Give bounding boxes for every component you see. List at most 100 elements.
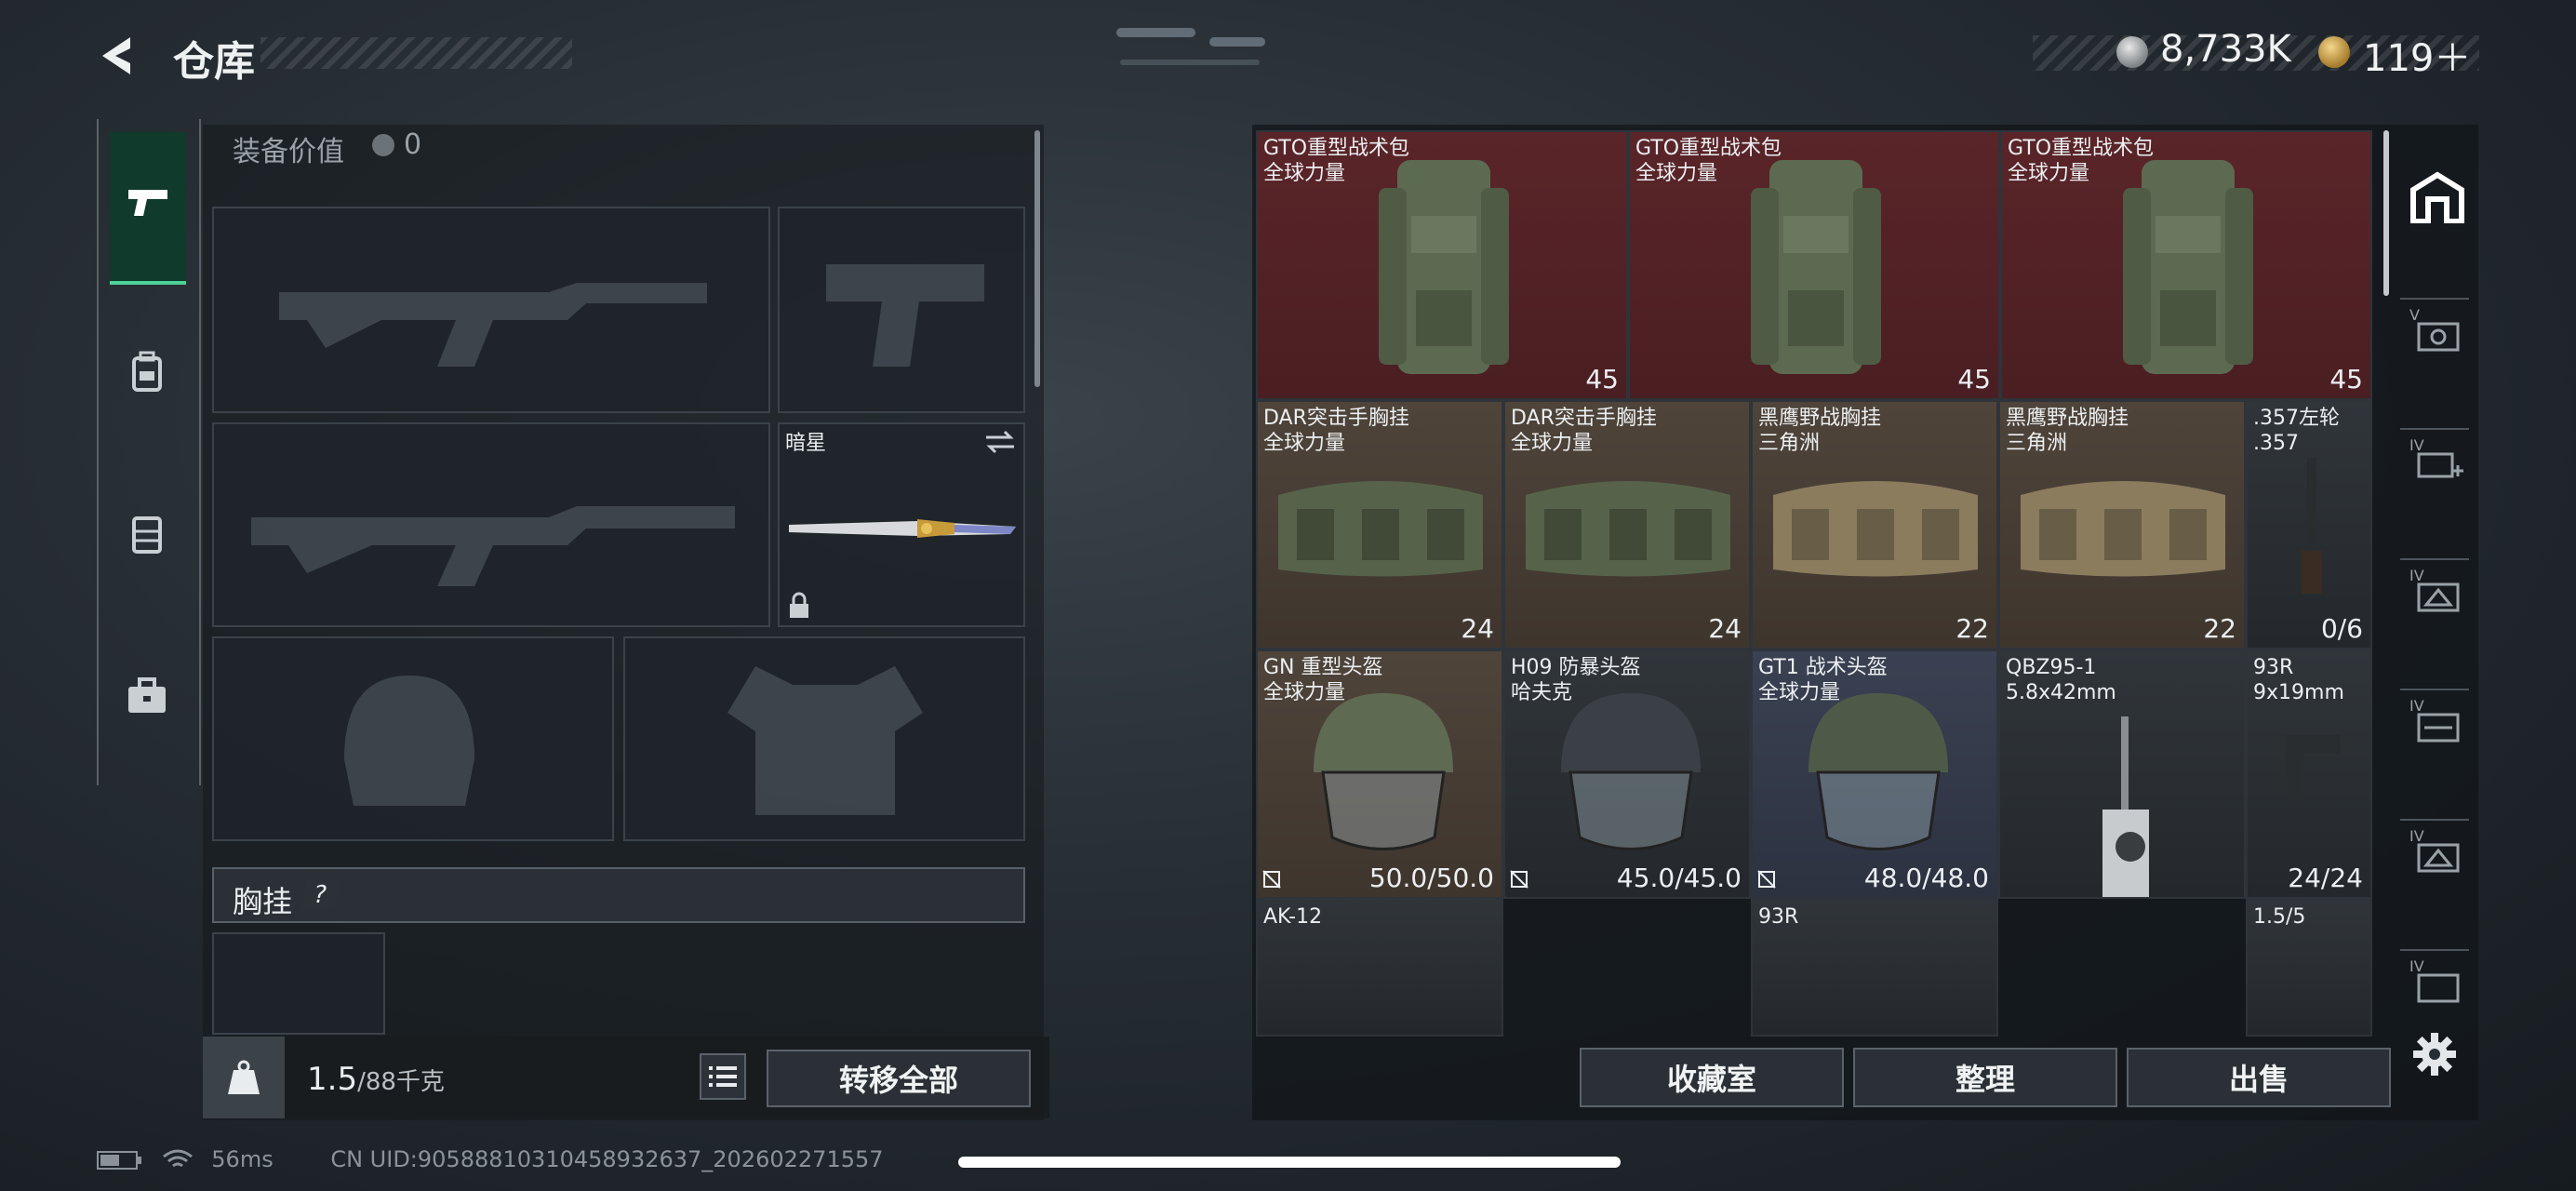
gold-coin-icon [2318, 36, 2350, 68]
chest-rig-image [1278, 481, 1483, 577]
helmet-placeholder-icon [344, 676, 474, 806]
helmet-image [1809, 693, 1948, 850]
broken-armor-icon [1757, 870, 1776, 889]
inventory-item[interactable]: GTO重型战术包 全球力量 45 [1256, 130, 1628, 400]
inventory-item[interactable]: QBZ95-1 5.8x42mm [1998, 649, 2246, 899]
iv-tab-icon-2[interactable]: IV [2409, 564, 2465, 616]
tab-chest-rig[interactable] [110, 506, 184, 562]
rifle-placeholder-icon-2 [251, 506, 735, 586]
inventory-item[interactable]: GT1 战术头盔 全球力量 48.0/48.0 [1751, 649, 1998, 899]
revolver-image [2302, 458, 2322, 594]
inventory-item[interactable]: 1.5/5 [2246, 899, 2372, 1037]
collection-room-button[interactable]: 收藏室 [1580, 1048, 1844, 1107]
page-title: 仓库 [173, 38, 255, 86]
item-count: 24/24 [2288, 863, 2363, 893]
chest-rig-slot[interactable] [212, 932, 385, 1035]
inventory-item[interactable]: DAR突击手胸挂 全球力量 24 [1256, 400, 1503, 649]
iv-tab-icon-3[interactable]: IV [2409, 694, 2465, 746]
inventory-item[interactable]: 黑鹰野战胸挂 三角洲 22 [1751, 400, 1998, 649]
briefcase-icon [128, 677, 166, 713]
settings-gear-icon[interactable] [2411, 1031, 2458, 1077]
iv-tab-icon-4[interactable]: IV [2409, 824, 2465, 877]
pistol-icon [128, 190, 167, 216]
sidearm-slot[interactable] [778, 207, 1025, 413]
weight-max: /88千克 [357, 1068, 445, 1096]
title-decoration [260, 37, 572, 69]
svg-text:IV: IV [2409, 697, 2424, 715]
item-count: 22 [2203, 613, 2236, 644]
tab-case[interactable] [110, 668, 184, 724]
item-name: GN 重型头盔 全球力量 [1263, 656, 1383, 704]
svg-text:IV: IV [2409, 827, 2424, 845]
sell-button[interactable]: 出售 [2127, 1048, 2391, 1107]
list-view-button[interactable] [700, 1053, 746, 1100]
list-icon [709, 1066, 737, 1087]
inventory-item[interactable]: H09 防暴头盔 哈夫克 45.0/45.0 [1503, 649, 1751, 899]
item-name: .357左轮 .357 [2253, 407, 2340, 455]
inventory-item[interactable]: .357左轮 .357 0/6 [2246, 400, 2372, 649]
secondary-weapon-slot[interactable] [212, 422, 770, 627]
item-name: H09 防暴头盔 哈夫克 [1511, 656, 1641, 704]
help-icon[interactable]: ? [300, 880, 340, 910]
inventory-scrollbar[interactable] [2383, 130, 2389, 296]
inventory-item[interactable]: DAR突击手胸挂 全球力量 24 [1503, 400, 1751, 649]
inventory-item[interactable]: 93R 9x19mm 24/24 [2246, 649, 2372, 899]
pistol-image [2285, 735, 2341, 798]
item-name: 93R 9x19mm [2253, 656, 2344, 704]
item-name: 黑鹰野战胸挂 三角洲 [2006, 407, 2129, 455]
helmet-image [1314, 693, 1453, 850]
ping-value: 56ms [211, 1146, 274, 1172]
back-arrow-icon[interactable] [97, 32, 145, 80]
warehouse-home-icon[interactable] [2409, 171, 2465, 223]
transfer-all-button[interactable]: 转移全部 [767, 1050, 1031, 1107]
inventory-item[interactable]: GTO重型战术包 全球力量 45 [1628, 130, 2000, 400]
inventory-item[interactable]: AK-12 [1256, 899, 1503, 1037]
v-tab-icon[interactable]: V [2409, 303, 2465, 355]
inventory-item[interactable]: GN 重型头盔 全球力量 50.0/50.0 [1256, 649, 1503, 899]
primary-weapon-slot[interactable] [212, 207, 770, 413]
pistol-placeholder-icon [826, 264, 984, 367]
chest-rig-image [1526, 481, 1730, 577]
swap-icon[interactable] [984, 430, 1016, 454]
item-name: GTO重型战术包 全球力量 [1635, 137, 1782, 185]
battery-icon [97, 1151, 141, 1170]
item-count: 48.0/48.0 [1863, 863, 1989, 893]
body-armor-slot[interactable] [623, 636, 1025, 841]
knife-image [789, 519, 1016, 538]
chest-rig-icon [132, 516, 162, 554]
inventory-grid: GTO重型战术包 全球力量 45 GTO重型战术包 全球力量 45 GTO重型战术包 全… [1256, 130, 2372, 1037]
iv-tab-icon-1[interactable]: IV [2409, 434, 2465, 486]
helmet-image [1561, 693, 1701, 850]
item-name: GTO重型战术包 全球力量 [1263, 137, 1410, 185]
helmet-slot[interactable] [212, 636, 614, 841]
item-name: GT1 战术头盔 全球力量 [1758, 656, 1888, 704]
item-name: DAR突击手胸挂 全球力量 [1263, 407, 1409, 455]
svg-text:V: V [2409, 306, 2420, 324]
inventory-tab-rail: V IV IV IV IV IV [2391, 130, 2478, 1037]
silver-coin-icon [2116, 36, 2148, 68]
item-name: 1.5/5 [2253, 905, 2306, 929]
gold-currency-value[interactable]: 119＋ [2363, 28, 2471, 82]
broken-armor-icon [1510, 870, 1528, 889]
tab-backpack[interactable] [110, 344, 184, 400]
item-name: 93R [1758, 905, 1799, 929]
item-count: 0/6 [2320, 613, 2363, 644]
status-bar: 56ms CN UID:90588810310458932637_2026022… [97, 1146, 884, 1172]
item-name: DAR突击手胸挂 全球力量 [1511, 407, 1657, 455]
left-scrollbar[interactable] [1034, 130, 1040, 387]
chest-rig-image [2021, 481, 2225, 577]
inventory-item[interactable]: GTO重型战术包 全球力量 45 [2000, 130, 2372, 400]
tab-weapons[interactable] [110, 132, 186, 285]
home-indicator[interactable] [958, 1157, 1621, 1168]
sort-button[interactable]: 整理 [1853, 1048, 2117, 1107]
melee-slot[interactable]: 暗星 [778, 422, 1025, 627]
item-count: 22 [1955, 613, 1989, 644]
lock-icon [790, 592, 808, 618]
inventory-item[interactable]: 黑鹰野战胸挂 三角洲 22 [1998, 400, 2246, 649]
inventory-item[interactable]: 93R [1751, 899, 1998, 1037]
silver-currency-value[interactable]: 8,733K [2160, 28, 2291, 71]
item-name: 黑鹰野战胸挂 三角洲 [1758, 407, 1882, 455]
value-coin-icon [372, 134, 394, 156]
iv-tab-icon-5[interactable]: IV [2409, 955, 2465, 1007]
rifle-placeholder-icon [279, 283, 707, 367]
